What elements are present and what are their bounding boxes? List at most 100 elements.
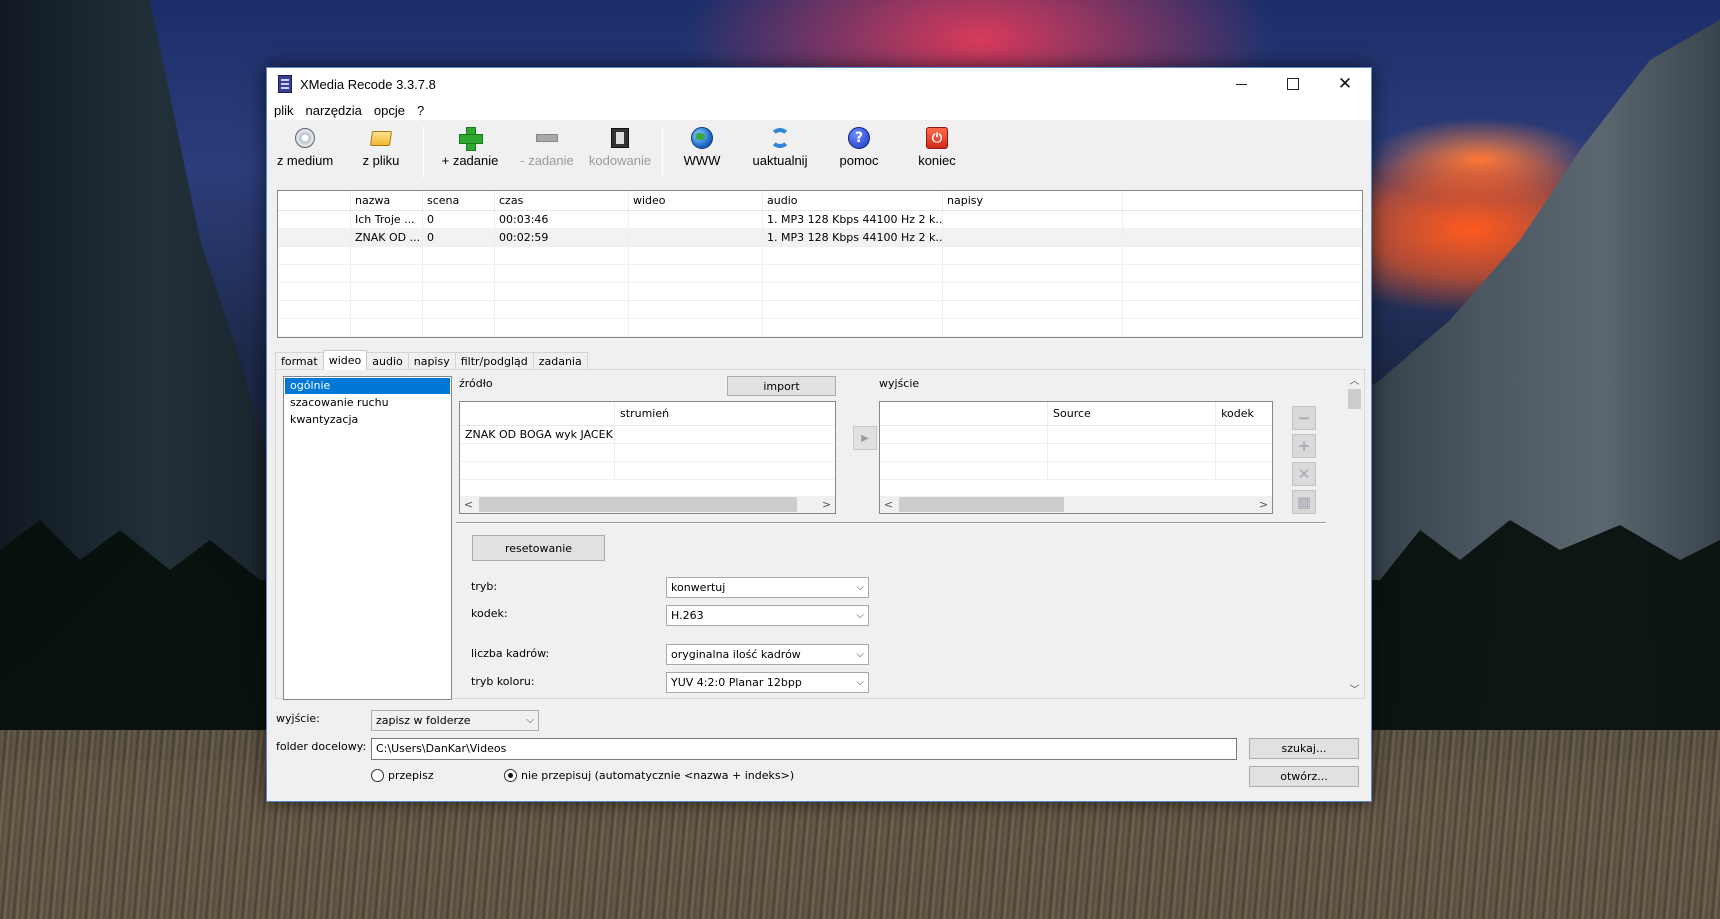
row-scene: 0 (423, 229, 495, 246)
from-file-button[interactable]: z pliku (343, 126, 419, 178)
video-settings-content: źródło import strumień ZNAK OD BOGA wyk … (456, 370, 1346, 700)
tab-video[interactable]: wideo (322, 350, 368, 370)
col-header-time[interactable]: czas (495, 191, 629, 210)
menu-options[interactable]: opcje (374, 103, 405, 118)
exit-button[interactable]: ⏻ koniec (895, 126, 979, 178)
empty-row (278, 283, 1362, 301)
row-filler (1123, 211, 1362, 228)
add-stream-button[interactable]: + (1292, 434, 1316, 458)
output-hscrollbar[interactable]: < > (880, 496, 1272, 513)
source-hscrollbar[interactable]: < > (460, 496, 835, 513)
video-settings-category-list[interactable]: ogólnie szacowanie ruchu kwantyzacja (283, 376, 452, 700)
row-video (629, 211, 763, 228)
row-scene: 0 (423, 211, 495, 228)
destination-folder-input[interactable]: C:\Users\DanKar\Videos (371, 738, 1237, 760)
chevron-down-icon: ⌵ (856, 649, 864, 660)
col-header-subtitles[interactable]: napisy (943, 191, 1123, 210)
source-list-header: strumień (460, 402, 835, 426)
source-stream-list[interactable]: strumień ZNAK OD BOGA wyk JACEK ... < > (459, 401, 836, 514)
colormode-select-value: YUV 4:2:0 Planar 12bpp (671, 676, 802, 689)
no-overwrite-radio[interactable]: nie przepisuj (automatycznie <nazwa + in… (504, 769, 794, 782)
title-bar[interactable]: XMedia Recode 3.3.7.8 ✕ (267, 68, 1371, 100)
output-stream-list[interactable]: Source kodek < > (879, 401, 1273, 514)
radio-selected-icon (504, 769, 517, 782)
exit-label: koniec (918, 153, 956, 168)
empty-row (880, 444, 1272, 462)
help-button[interactable]: ? pomoc (823, 126, 895, 178)
browse-button[interactable]: szukaj... (1249, 738, 1359, 759)
category-general[interactable]: ogólnie (285, 378, 450, 394)
from-disc-button[interactable]: z medium (267, 126, 343, 178)
row-time: 00:03:46 (495, 211, 629, 228)
scroll-right-arrow[interactable]: > (1255, 496, 1272, 513)
close-button[interactable]: ✕ (1319, 68, 1371, 100)
tab-jobs[interactable]: zadania (532, 352, 588, 370)
scroll-thumb[interactable] (1348, 389, 1361, 409)
scroll-thumb[interactable] (899, 497, 1064, 512)
scroll-up-arrow[interactable]: ︿ (1346, 371, 1363, 388)
mode-label: tryb: (471, 580, 498, 593)
col-header-empty[interactable] (278, 191, 351, 210)
row-audio: 1. MP3 128 Kbps 44100 Hz 2 k... (763, 229, 943, 246)
settings-vscrollbar[interactable]: ︿ ﹀ (1346, 371, 1363, 697)
category-motion-estimation[interactable]: szacowanie ruchu (285, 395, 450, 411)
menu-file[interactable]: plik (274, 103, 294, 118)
output-col-source[interactable]: Source (1048, 402, 1217, 425)
refresh-icon (770, 128, 790, 148)
open-folder-button[interactable]: otwórz... (1249, 766, 1359, 787)
source-stream-cell (615, 426, 835, 443)
add-job-button[interactable]: + zadanie (428, 126, 512, 178)
help-label: pomoc (839, 153, 879, 168)
scroll-right-arrow[interactable]: > (818, 496, 835, 513)
output-col-codec[interactable]: kodek (1216, 402, 1272, 425)
minimize-button[interactable] (1215, 68, 1267, 100)
colormode-select[interactable]: YUV 4:2:0 Planar 12bpp ⌵ (666, 672, 869, 693)
www-button[interactable]: WWW (667, 126, 737, 178)
table-row[interactable]: Ich Troje ... 0 00:03:46 1. MP3 128 Kbps… (278, 211, 1362, 229)
menu-tools[interactable]: narzędzia (306, 103, 362, 118)
file-list-table[interactable]: nazwa scena czas wideo audio napisy Ich … (277, 190, 1363, 338)
codec-select[interactable]: H.263 ⌵ (666, 605, 869, 626)
section-divider (456, 522, 1326, 524)
tab-subtitles[interactable]: napisy (407, 352, 456, 370)
add-icon (459, 127, 483, 151)
stream-grid-button[interactable]: ▦ (1292, 490, 1316, 514)
menu-help[interactable]: ? (417, 103, 424, 118)
delete-stream-button[interactable]: ✕ (1292, 462, 1316, 486)
encode-button[interactable]: kodowanie (582, 126, 658, 178)
output-mode-label: wyjście: (276, 712, 320, 725)
tab-audio[interactable]: audio (366, 352, 409, 370)
tab-format[interactable]: format (275, 352, 324, 370)
mode-select[interactable]: konwertuj ⌵ (666, 577, 869, 598)
col-header-audio[interactable]: audio (763, 191, 943, 210)
empty-row (278, 319, 1362, 337)
list-item[interactable]: ZNAK OD BOGA wyk JACEK ... (460, 426, 835, 444)
col-header-video[interactable]: wideo (629, 191, 763, 210)
category-quantization[interactable]: kwantyzacja (285, 412, 450, 428)
overwrite-radio[interactable]: przepisz (371, 769, 434, 782)
table-row[interactable]: ZNAK OD ... 0 00:02:59 1. MP3 128 Kbps 4… (278, 229, 1362, 247)
remove-stream-button[interactable]: − (1292, 406, 1316, 430)
from-disc-label: z medium (276, 153, 334, 168)
scroll-thumb[interactable] (479, 497, 797, 512)
source-col-stream[interactable]: strumień (615, 402, 835, 425)
framerate-select[interactable]: oryginalna ilość kadrów ⌵ (666, 644, 869, 665)
scroll-down-arrow[interactable]: ﹀ (1346, 680, 1363, 697)
update-label: uaktualnij (752, 153, 808, 168)
tab-filter-preview[interactable]: filtr/podgląd (454, 352, 534, 370)
col-header-name[interactable]: nazwa (351, 191, 423, 210)
reset-button[interactable]: resetowanie (472, 535, 605, 561)
file-table-header: nazwa scena czas wideo audio napisy (278, 191, 1362, 211)
remove-job-button[interactable]: - zadanie (512, 126, 582, 178)
framerate-label: liczba kadrów: (471, 647, 550, 660)
scroll-left-arrow[interactable]: < (880, 496, 897, 513)
source-col-name (460, 402, 616, 425)
scroll-left-arrow[interactable]: < (460, 496, 477, 513)
maximize-button[interactable] (1267, 68, 1319, 100)
update-button[interactable]: uaktualnij (737, 126, 823, 178)
import-button[interactable]: import (727, 376, 836, 396)
output-mode-select[interactable]: zapisz w folderze ⌵ (371, 710, 539, 731)
codec-label: kodek: (471, 607, 508, 620)
add-stream-arrow-button[interactable]: ▶ (853, 426, 877, 450)
col-header-scene[interactable]: scena (423, 191, 495, 210)
